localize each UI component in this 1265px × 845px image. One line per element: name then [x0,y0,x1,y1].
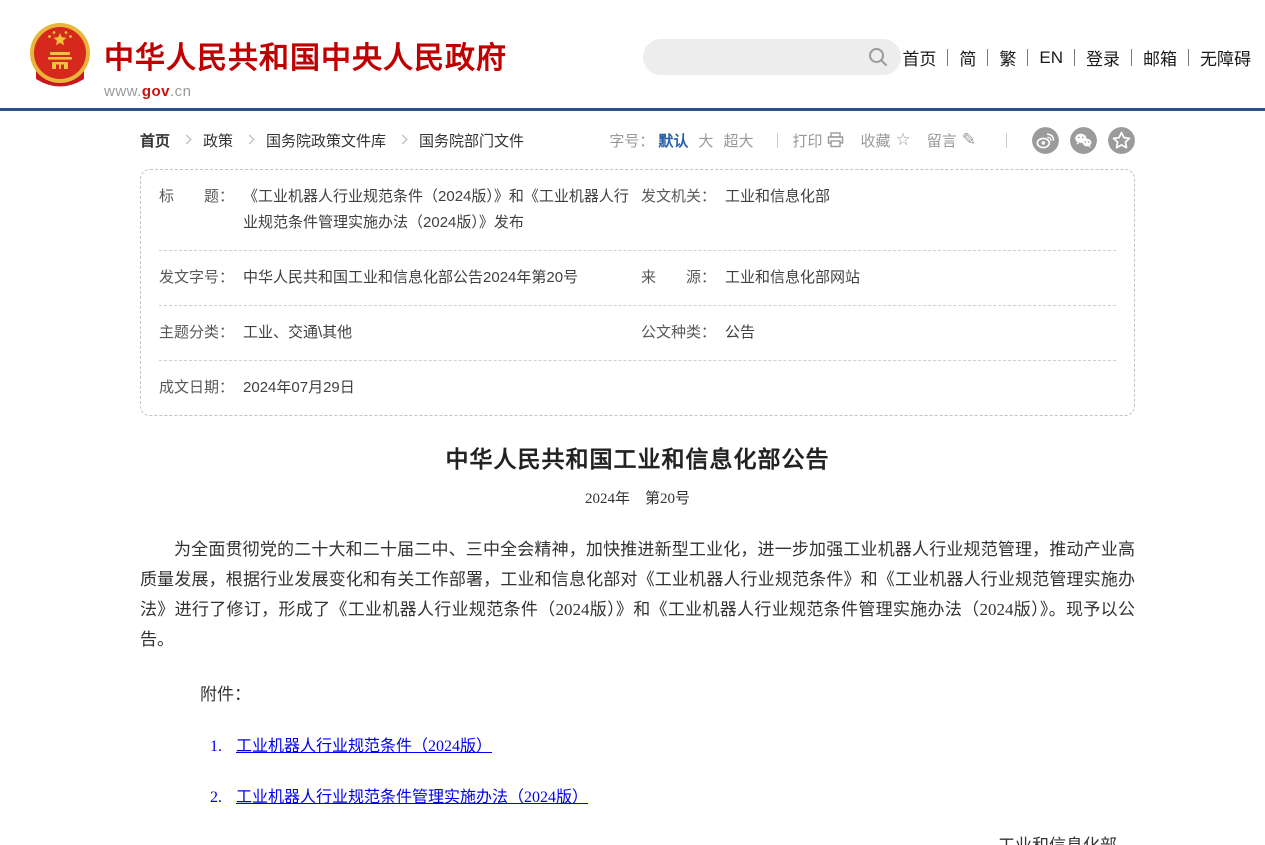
comment-button[interactable]: 留言 ✎ [927,130,976,151]
weibo-icon[interactable] [1032,127,1059,154]
nav-english[interactable]: EN [1039,48,1063,68]
nav-traditional[interactable]: 繁 [999,45,1016,70]
meta-row: 标 题： 《工业机器人行业规范条件（2024版）》和《工业机器人行业规范条件管理… [159,170,1116,251]
site-title: 中华人民共和国中央人民政府 [104,33,507,77]
breadcrumb: 首页 政策 国务院政策文件库 国务院部门文件 [140,130,524,151]
attachment-link-1[interactable]: 工业机器人行业规范条件（2024版） [236,738,492,755]
nav-separator [1131,49,1132,66]
attachment-item-2: 2. 工业机器人行业规范条件管理实施办法（2024版） [210,783,1135,807]
document-title: 中华人民共和国工业和信息化部公告 [140,440,1135,474]
favorite-button[interactable]: 收藏 ☆ [860,130,910,151]
nav-separator [947,49,948,66]
chevron-right-icon [182,134,192,144]
nav-separator [1188,49,1189,66]
font-size-large-button[interactable]: 大 [698,130,713,151]
breadcrumb-toolbar-row: 首页 政策 国务院政策文件库 国务院部门文件 字号： 默认 大 超大 打印 [140,126,1135,154]
pencil-icon: ✎ [962,130,976,150]
nav-separator [1027,49,1028,66]
document-body-paragraph: 为全面贯彻党的二十大和二十届二中、三中全会精神，加快推进新型工业化，进一步加强工… [140,535,1135,655]
meta-value-doc-number: 中华人民共和国工业和信息化部公告2024年第20号 [243,265,578,291]
printer-icon [827,132,844,148]
meta-label-doc-type: 公文种类： [641,320,716,346]
top-nav: 首页 简 繁 EN 登录 邮箱 无障碍 [902,45,1251,70]
meta-value-topic-category: 工业、交通\其他 [243,320,352,346]
meta-row: 主题分类： 工业、交通\其他 公文种类： 公告 [159,306,1116,361]
meta-row: 发文字号： 中华人民共和国工业和信息化部公告2024年第20号 来 源： 工业和… [159,251,1116,306]
site-url-gov: gov [142,83,170,100]
star-outline-icon: ☆ [895,130,910,150]
print-button[interactable]: 打印 [792,130,844,151]
document-meta-table: 标 题： 《工业机器人行业规范条件（2024版）》和《工业机器人行业规范条件管理… [140,169,1135,416]
meta-row: 成文日期： 2024年07月29日 [159,361,1116,415]
breadcrumb-home[interactable]: 首页 [140,130,170,151]
nav-accessibility[interactable]: 无障碍 [1200,45,1251,70]
font-size-xlarge-button[interactable]: 超大 [723,130,753,151]
page-toolbar: 字号： 默认 大 超大 打印 收藏 ☆ 留言 ✎ [609,127,1135,154]
nav-login[interactable]: 登录 [1086,45,1120,70]
search-input[interactable] [655,49,867,66]
search-icon[interactable] [867,46,889,68]
chevron-right-icon [398,134,408,144]
search-box[interactable] [643,39,901,75]
site-url: www.gov.cn [104,83,507,100]
share-star-icon[interactable] [1108,127,1135,154]
meta-value-source: 工业和信息化部网站 [725,265,860,291]
favorite-label: 收藏 [860,130,890,151]
nav-separator [1074,49,1075,66]
breadcrumb-department-docs[interactable]: 国务院部门文件 [419,130,524,151]
chevron-right-icon [245,134,255,144]
attachments-label: 附件： [200,680,1135,705]
nav-home[interactable]: 首页 [902,45,936,70]
toolbar-divider [1006,133,1007,148]
breadcrumb-policy-library[interactable]: 国务院政策文件库 [266,130,386,151]
meta-value-doc-type: 公告 [725,320,755,346]
meta-value-title: 《工业机器人行业规范条件（2024版）》和《工业机器人行业规范条件管理实施办法（… [243,184,639,236]
meta-label-title: 标 题： [159,184,234,236]
national-emblem-logo [27,22,93,92]
breadcrumb-policy[interactable]: 政策 [203,130,233,151]
site-url-prefix: www. [104,83,142,100]
meta-label-issuing-agency: 发文机关： [641,184,716,236]
toolbar-divider [777,133,778,148]
nav-separator [987,49,988,66]
meta-value-date: 2024年07月29日 [243,375,355,401]
site-url-suffix: .cn [170,83,192,100]
meta-value-issuing-agency: 工业和信息化部 [725,184,830,236]
font-size-label: 字号： [609,130,654,151]
attachment-number: 1. [210,738,222,755]
attachment-item-1: 1. 工业机器人行业规范条件（2024版） [210,732,1135,756]
attachment-link-2[interactable]: 工业机器人行业规范条件管理实施办法（2024版） [236,789,588,806]
meta-label-date: 成文日期： [159,375,234,401]
wechat-icon[interactable] [1070,127,1097,154]
nav-simplified[interactable]: 简 [959,45,976,70]
document-article: 中华人民共和国工业和信息化部公告 2024年 第20号 为全面贯彻党的二十大和二… [140,440,1135,845]
meta-label-topic-category: 主题分类： [159,320,234,346]
font-size-default-button[interactable]: 默认 [658,130,688,151]
comment-label: 留言 [927,130,957,151]
print-label: 打印 [792,130,822,151]
document-issue-number: 2024年 第20号 [140,487,1135,508]
meta-label-doc-number: 发文字号： [159,265,234,291]
signature-block: 工业和信息化部 2024年7月29日 [998,823,1117,845]
nav-mail[interactable]: 邮箱 [1143,45,1177,70]
signature-agency: 工业和信息化部 [998,831,1117,845]
site-header: 中华人民共和国中央人民政府 www.gov.cn 首页 简 繁 EN 登录 邮箱… [0,0,1265,111]
attachment-number: 2. [210,789,222,806]
meta-label-source: 来 源： [641,265,716,291]
